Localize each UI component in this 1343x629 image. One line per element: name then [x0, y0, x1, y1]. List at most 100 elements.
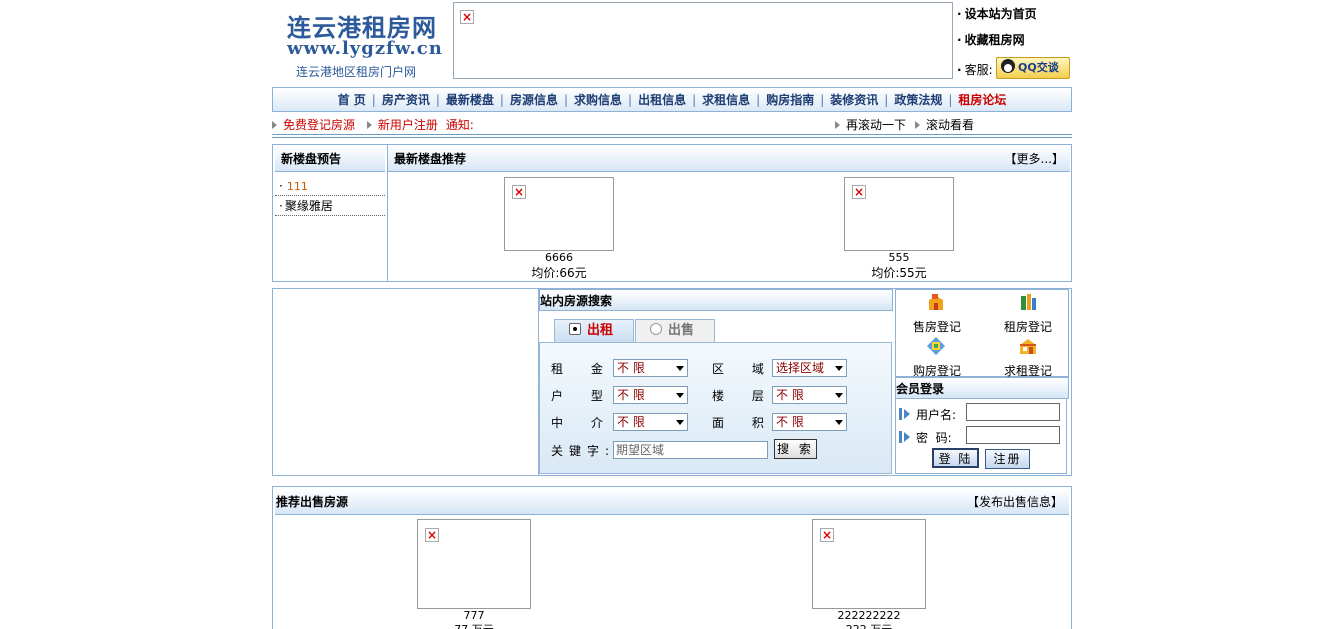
floor-select[interactable]: 不 限 — [772, 386, 847, 404]
sale-price: 222 万元 — [819, 621, 919, 629]
rent-register-link[interactable]: 租房登记 — [993, 318, 1063, 335]
layout-select[interactable]: 不 限 — [613, 386, 688, 404]
nav-item[interactable]: 最新楼盘 — [440, 91, 500, 108]
latest-project-panel: 最新楼盘推荐 【更多...】 — [388, 146, 1070, 280]
scroll-view-label: 滚动看看 — [926, 118, 975, 132]
broken-image-icon: × — [852, 185, 866, 199]
scroll-again-link[interactable]: 再滚动一下 — [835, 116, 906, 133]
arrow-icon — [835, 121, 840, 129]
latest-title: 最新楼盘推荐 【更多...】 — [388, 146, 1070, 172]
broken-image-icon: × — [820, 528, 834, 542]
keyword-label: 关键字: — [551, 444, 616, 458]
qq-chat-button[interactable]: QQ交谈 — [996, 57, 1070, 79]
login-button[interactable]: 登 陆 — [932, 448, 979, 468]
new-user-register-link[interactable]: 新用户注册 — [378, 118, 438, 132]
tab-sale[interactable]: 出售 — [635, 319, 715, 343]
password-input[interactable] — [966, 426, 1060, 444]
more-link[interactable]: 【更多...】 — [1005, 146, 1064, 172]
arrow-icon — [366, 121, 372, 129]
agent-select[interactable]: 不 限 — [613, 413, 688, 431]
list-item[interactable]: · 聚缘雅居 — [275, 196, 385, 216]
nav-item[interactable]: 房源信息 — [504, 91, 564, 108]
main-nav: 首 页 | 房产资讯 | 最新楼盘 | 房源信息 | 求购信息 | 出租信息 | 求租信息 | 购房指南 | 装… — [272, 87, 1072, 112]
nav-item[interactable]: 首 页 — [332, 91, 372, 108]
arrow-icon — [915, 121, 920, 129]
sale-title: 推荐出售房源 【发布出售信息】 — [275, 489, 1069, 515]
announcement-label: 通知: — [445, 118, 474, 132]
project-name[interactable]: 6666 — [509, 251, 609, 264]
nav-item[interactable]: 求购信息 — [568, 91, 628, 108]
tab-rent-label: 出租 — [587, 323, 614, 338]
new-project-preview-panel: 新楼盘预告 · 111 · 聚缘雅居 — [275, 146, 385, 280]
nav-item[interactable]: 购房指南 — [760, 91, 820, 108]
set-homepage-link[interactable]: · 设本站为首页 — [957, 5, 1037, 22]
project-thumbnail[interactable]: × — [844, 177, 954, 251]
radio-selected-icon — [569, 323, 581, 335]
header-banner-ad[interactable]: × — [453, 2, 953, 79]
free-register-link[interactable]: 免费登记房源 — [283, 118, 355, 132]
search-button[interactable]: 搜 索 — [774, 439, 817, 459]
search-title: 站内房源搜索 — [539, 289, 893, 311]
tab-rent[interactable]: 出租 — [554, 319, 634, 343]
username-label: 用户名: — [899, 406, 956, 423]
recommended-sale-section: 推荐出售房源 【发布出售信息】 — [272, 486, 1072, 629]
project-thumbnail[interactable]: × — [504, 177, 614, 251]
field-marker-icon — [899, 408, 902, 420]
broken-image-icon: × — [512, 185, 526, 199]
area-select[interactable]: 选择区域 — [772, 359, 847, 377]
register-button[interactable]: 注册 — [985, 449, 1030, 469]
password-label-text: 密 码: — [916, 431, 952, 445]
sell-register-link[interactable]: 售房登记 — [902, 318, 972, 335]
arrow-icon — [272, 121, 277, 129]
arrow-icon — [904, 432, 910, 442]
keyword-input[interactable]: 期望区域 — [613, 441, 768, 459]
preview-title: 新楼盘预告 — [275, 146, 385, 172]
login-title: 会员登录 — [895, 377, 1069, 399]
buy-house-icon — [927, 337, 945, 355]
sale-thumbnail[interactable]: × — [812, 519, 926, 609]
section-divider — [272, 134, 1072, 138]
seek-rent-icon — [1020, 339, 1036, 354]
rent-select[interactable]: 不 限 — [613, 359, 688, 377]
nav-item[interactable]: 政策法规 — [888, 91, 948, 108]
sell-house-icon — [929, 294, 943, 310]
list-item[interactable]: · 111 — [275, 176, 385, 196]
customer-service-label: 客服: — [964, 63, 993, 77]
radio-unselected-icon — [650, 323, 662, 335]
publish-sale-link[interactable]: 【发布出售信息】 — [967, 489, 1063, 515]
nav-item[interactable]: 装修资讯 — [824, 91, 884, 108]
username-input[interactable] — [966, 403, 1060, 421]
qq-penguin-icon — [1001, 59, 1015, 73]
project-name[interactable]: 555 — [849, 251, 949, 264]
project-price: 均价:66元 — [531, 266, 587, 280]
nav-item[interactable]: 房产资讯 — [376, 91, 436, 108]
qq-chat-label: QQ交谈 — [1018, 61, 1059, 74]
bookmark-link[interactable]: · 收藏租房网 — [957, 31, 1025, 48]
preview-item-1: 111 — [286, 180, 308, 193]
rent-house-icon — [1021, 294, 1036, 310]
latest-title-label: 最新楼盘推荐 — [394, 152, 467, 166]
sale-title-label: 推荐出售房源 — [276, 495, 349, 509]
scroll-again-label: 再滚动一下 — [846, 118, 907, 132]
nav-item[interactable]: 出租信息 — [632, 91, 692, 108]
nav-item[interactable]: 求租信息 — [696, 91, 756, 108]
sale-thumbnail[interactable]: × — [417, 519, 531, 609]
broken-image-icon: × — [460, 10, 474, 24]
preview-item-2: 聚缘雅居 — [284, 199, 333, 213]
broken-image-icon: × — [425, 528, 439, 542]
site-logo-url: www.lygzfw.cn — [287, 38, 443, 59]
tab-sale-label: 出售 — [668, 323, 695, 338]
notice-bar: 免费登记房源 新用户注册 通知: 再滚动一下 滚动看看 — [272, 116, 1072, 133]
set-homepage-label: 设本站为首页 — [964, 7, 1037, 21]
password-label: 密 码: — [899, 429, 952, 446]
customer-service: · 客服: — [957, 63, 993, 77]
bookmark-label: 收藏租房网 — [964, 33, 1025, 47]
field-marker-icon — [899, 431, 902, 443]
size-select[interactable]: 不 限 — [772, 413, 847, 431]
sale-price: 77 万元 — [424, 621, 524, 629]
nav-item[interactable]: 租房论坛 — [952, 91, 1012, 108]
scroll-view-link[interactable]: 滚动看看 — [915, 116, 974, 133]
arrow-icon — [904, 409, 910, 419]
site-tagline: 连云港地区租房门户网 — [296, 65, 417, 79]
username-label-text: 用户名: — [916, 408, 957, 422]
